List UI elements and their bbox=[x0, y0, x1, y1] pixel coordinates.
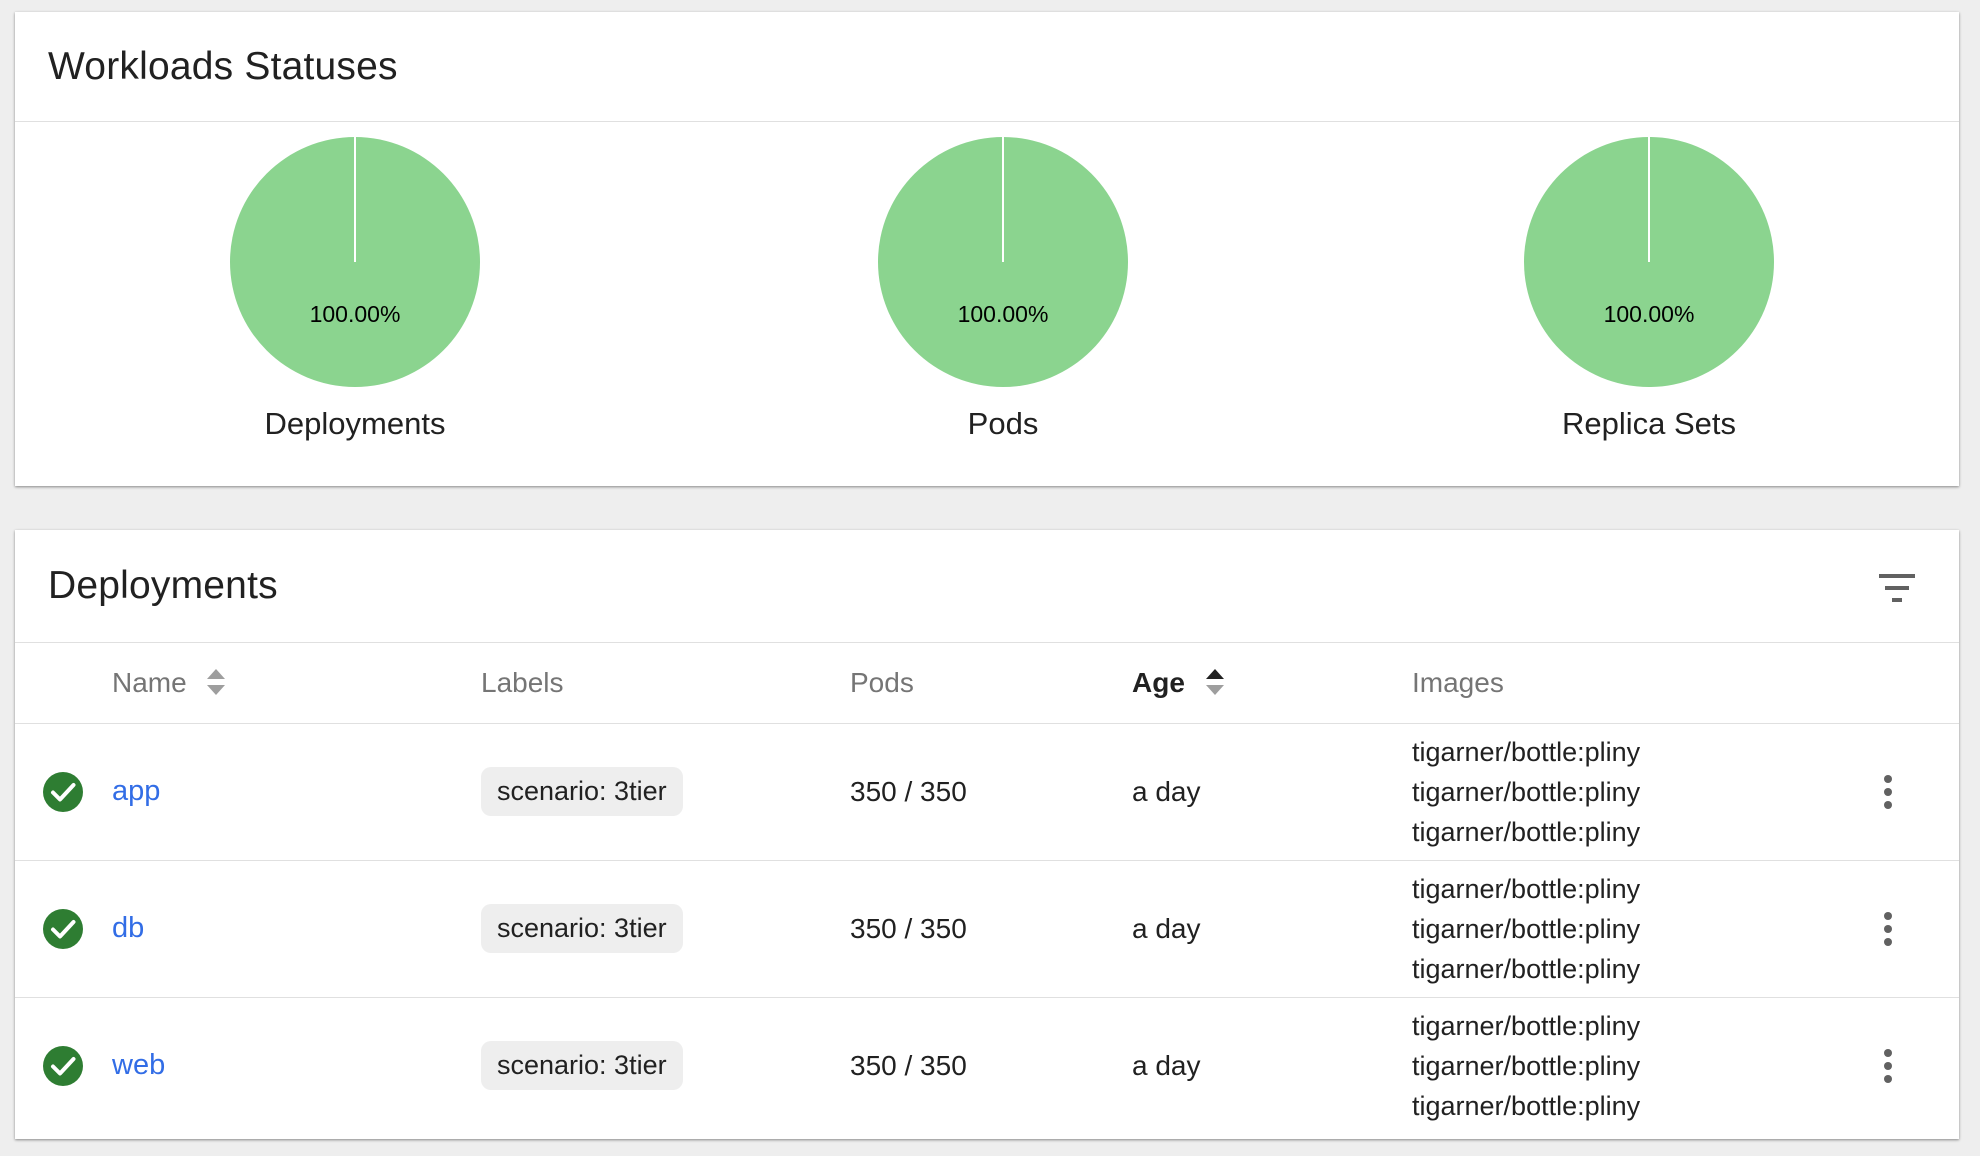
card-header: Deployments bbox=[15, 530, 1959, 643]
pods-pie: 100.00% bbox=[878, 137, 1128, 387]
pods-status-chart: 100.00% Pods bbox=[853, 122, 1153, 442]
deployments-table: Name Labels Pods Age Images app scenario… bbox=[15, 643, 1959, 1134]
labels-column-header: Labels bbox=[481, 643, 850, 724]
deployment-name-link[interactable]: app bbox=[112, 775, 160, 807]
deployment-name-link[interactable]: db bbox=[112, 912, 144, 944]
status-column-header bbox=[15, 643, 112, 724]
chart-label: Replica Sets bbox=[1561, 406, 1737, 441]
card-title: Workloads Statuses bbox=[48, 44, 398, 88]
label-chip[interactable]: scenario: 3tier bbox=[481, 904, 683, 953]
pods-column-header: Pods bbox=[850, 643, 1132, 724]
table-row: app scenario: 3tier 350 / 350 a day tiga… bbox=[15, 723, 1959, 861]
more-vert-icon[interactable] bbox=[1862, 772, 1922, 812]
table-header-row: Name Labels Pods Age Images bbox=[15, 643, 1959, 724]
column-label: Pods bbox=[850, 666, 914, 698]
image-name: tigarner/bottle:pliny bbox=[1412, 1090, 1641, 1121]
workloads-statuses-card: Workloads Statuses 100.00% Deployments 1… bbox=[15, 12, 1959, 486]
image-name: tigarner/bottle:pliny bbox=[1412, 873, 1641, 904]
table-row: web scenario: 3tier 350 / 350 a day tiga… bbox=[15, 997, 1959, 1134]
sort-icon[interactable] bbox=[206, 667, 226, 697]
actions-column-header bbox=[1852, 643, 1959, 724]
column-label: Images bbox=[1412, 666, 1504, 698]
replica-sets-pie: 100.00% bbox=[1524, 137, 1774, 387]
deployment-name-link[interactable]: web bbox=[112, 1049, 165, 1081]
age-column-header[interactable]: Age bbox=[1132, 643, 1412, 724]
sort-icon[interactable] bbox=[1205, 667, 1225, 697]
check-circle-icon bbox=[43, 1045, 83, 1086]
replica-sets-status-chart: 100.00% Replica Sets bbox=[1499, 122, 1799, 442]
pie-percent: 100.00% bbox=[310, 301, 401, 327]
more-vert-icon[interactable] bbox=[1862, 1046, 1922, 1086]
column-label: Name bbox=[112, 666, 187, 698]
filter-icon bbox=[1879, 574, 1915, 602]
image-name: tigarner/bottle:pliny bbox=[1412, 913, 1641, 944]
table-row: db scenario: 3tier 350 / 350 a day tigar… bbox=[15, 860, 1959, 998]
pie-percent: 100.00% bbox=[958, 301, 1049, 327]
deployments-pie: 100.00% bbox=[230, 137, 480, 387]
deployments-status-chart: 100.00% Deployments bbox=[205, 122, 505, 442]
images-column-header: Images bbox=[1412, 643, 1852, 724]
card-header: Workloads Statuses bbox=[15, 12, 1959, 122]
label-chip[interactable]: scenario: 3tier bbox=[481, 767, 683, 816]
filter-button[interactable] bbox=[1873, 568, 1921, 608]
image-name: tigarner/bottle:pliny bbox=[1412, 736, 1641, 767]
age-value: a day bbox=[1132, 1049, 1201, 1081]
check-circle-icon bbox=[43, 771, 83, 812]
image-name: tigarner/bottle:pliny bbox=[1412, 953, 1641, 984]
pods-count: 350 / 350 bbox=[850, 912, 967, 944]
image-name: tigarner/bottle:pliny bbox=[1412, 776, 1641, 807]
status-charts: 100.00% Deployments 100.00% Pods 100.00%… bbox=[15, 122, 1959, 486]
chart-label: Pods bbox=[967, 406, 1039, 441]
image-name: tigarner/bottle:pliny bbox=[1412, 1010, 1641, 1041]
pods-count: 350 / 350 bbox=[850, 1049, 967, 1081]
image-name: tigarner/bottle:pliny bbox=[1412, 1050, 1641, 1081]
pie-percent: 100.00% bbox=[1604, 301, 1695, 327]
column-label: Age bbox=[1132, 666, 1185, 698]
more-vert-icon[interactable] bbox=[1862, 909, 1922, 949]
chart-label: Deployments bbox=[264, 406, 446, 441]
age-value: a day bbox=[1132, 912, 1201, 944]
name-column-header[interactable]: Name bbox=[112, 643, 481, 724]
card-title: Deployments bbox=[48, 564, 278, 607]
column-label: Labels bbox=[481, 666, 564, 698]
image-name: tigarner/bottle:pliny bbox=[1412, 816, 1641, 847]
label-chip[interactable]: scenario: 3tier bbox=[481, 1041, 683, 1091]
age-value: a day bbox=[1132, 775, 1201, 807]
pods-count: 350 / 350 bbox=[850, 775, 967, 807]
check-circle-icon bbox=[43, 908, 83, 949]
deployments-card: Deployments Name Labels Pods Age Images … bbox=[15, 530, 1959, 1139]
